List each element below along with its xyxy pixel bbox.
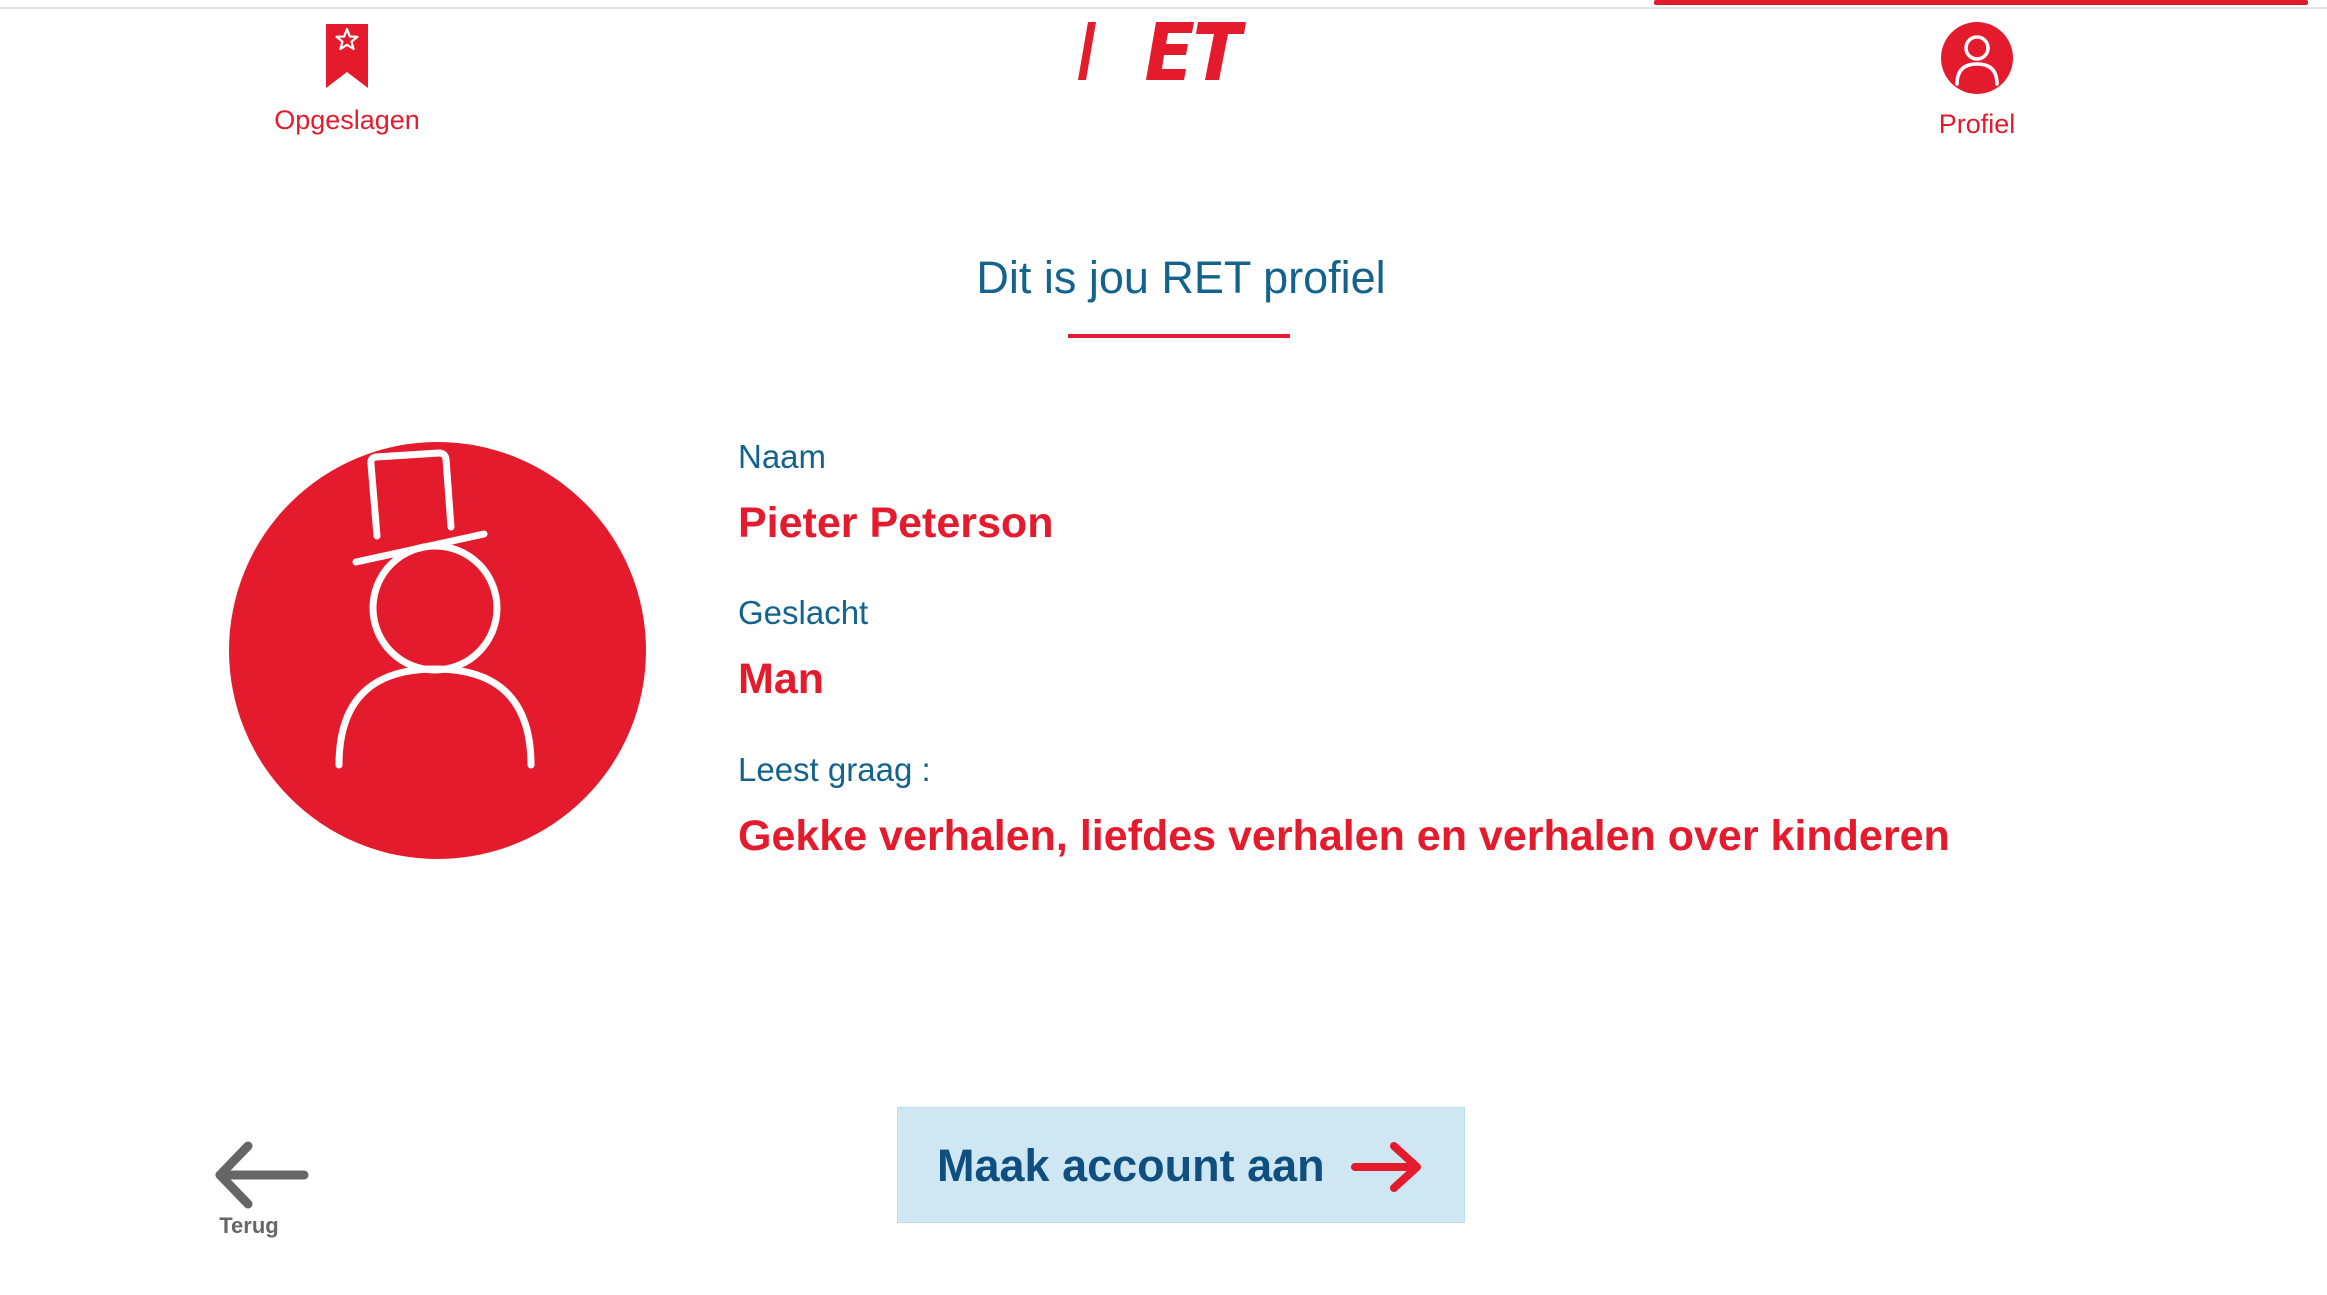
profile-page: Opgeslagen Profiel Dit is jou RET profie… [0, 0, 2327, 1295]
title-underline [1068, 334, 1290, 338]
name-value: Pieter Peterson [738, 499, 1054, 547]
nav-saved-label: Opgeslagen [274, 105, 420, 135]
create-account-label: Maak account aan [937, 1139, 1325, 1191]
top-divider [0, 7, 2327, 9]
active-tab-indicator [1654, 0, 2308, 5]
create-account-button[interactable]: Maak account aan [897, 1107, 1465, 1223]
back-button[interactable]: Terug [205, 1140, 315, 1237]
nav-profile-button[interactable]: Profiel [1892, 22, 2062, 138]
nav-profile-label: Profiel [1938, 109, 2016, 139]
gender-label: Geslacht [738, 594, 869, 631]
snowman-avatar-icon [229, 442, 646, 859]
arrow-left-icon [210, 1140, 310, 1215]
name-label: Naam [738, 438, 827, 475]
reading-preference-value: Gekke verhalen, liefdes verhalen en verh… [738, 812, 1950, 860]
ret-logo [1078, 22, 1246, 82]
bookmark-star-icon [324, 22, 370, 95]
back-label: Terug [219, 1213, 279, 1238]
arrow-right-icon [1350, 1141, 1424, 1198]
reading-preference-label: Leest graag : [738, 751, 931, 788]
user-circle-icon [1941, 22, 2013, 99]
page-title: Dit is jou RET profiel [976, 252, 1386, 303]
gender-value: Man [738, 655, 824, 703]
nav-saved-button[interactable]: Opgeslagen [262, 22, 432, 134]
